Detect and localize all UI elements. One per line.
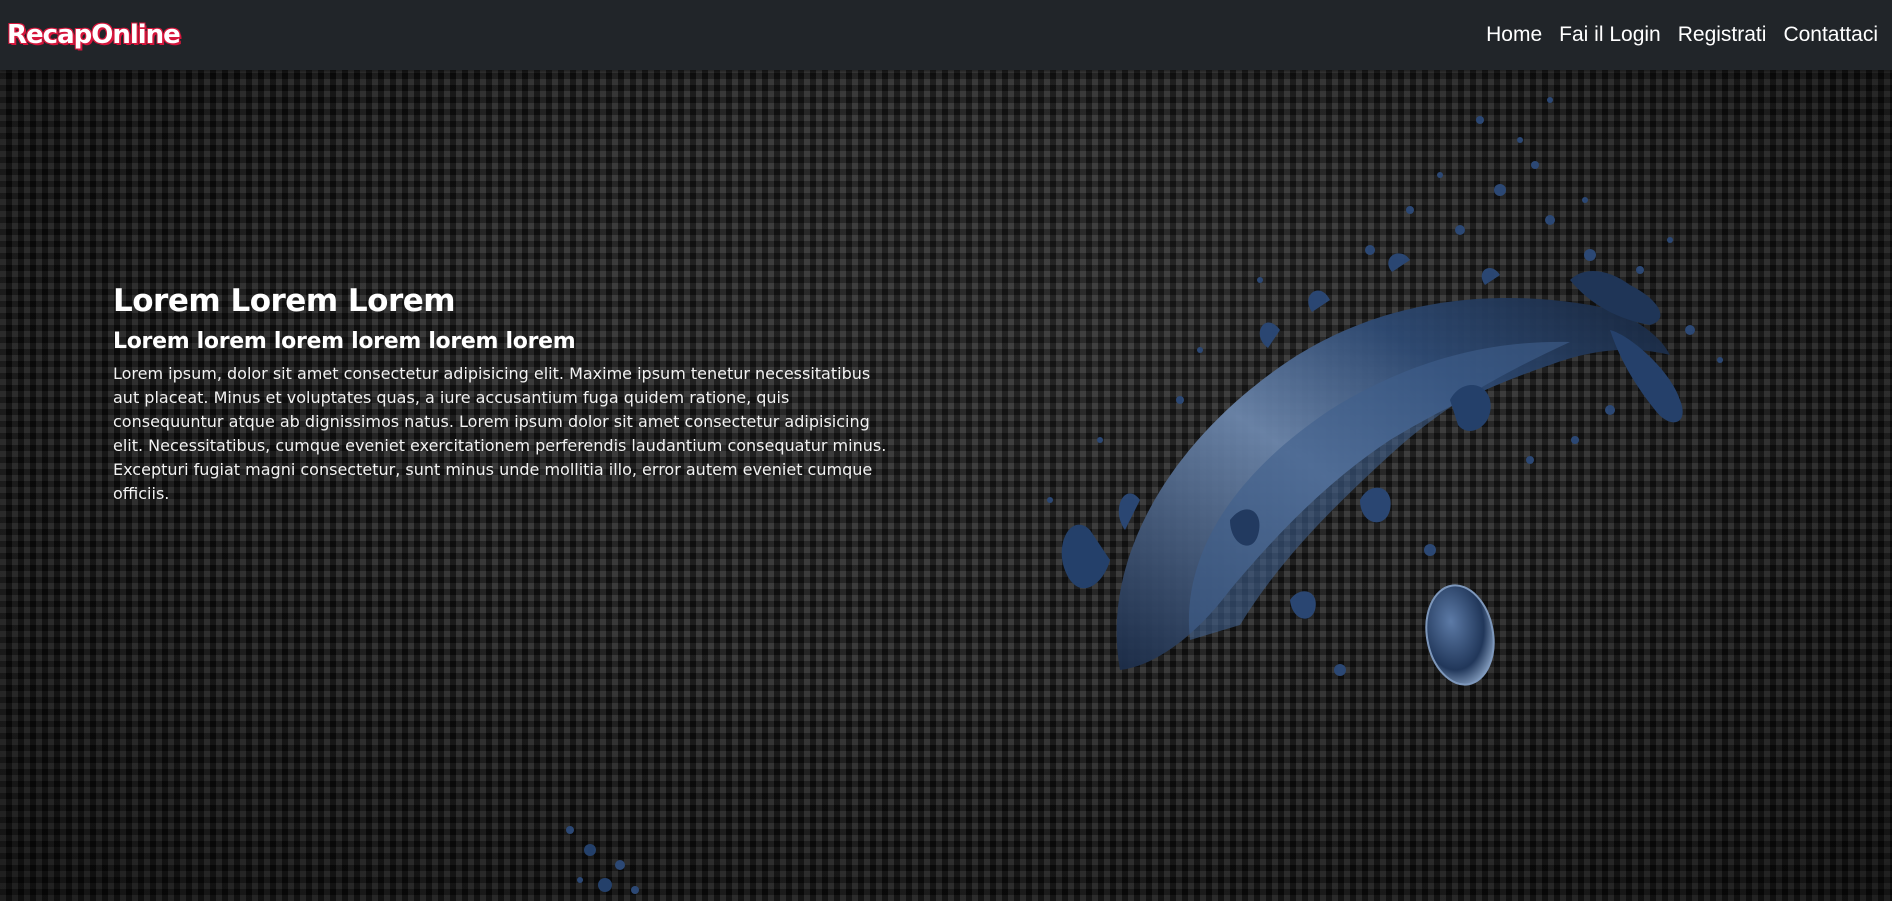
nav-link-home[interactable]: Home [1486,23,1542,47]
small-splash-image [566,826,639,894]
nav-link-register[interactable]: Registrati [1678,23,1767,47]
nav-links: Home Fai il Login Registrati Contattaci [1486,23,1878,47]
hero-title: Lorem Lorem Lorem [113,283,456,319]
nav-link-contact[interactable]: Contattaci [1783,23,1878,47]
navbar: RecapOnline Home Fai il Login Registrati… [0,0,1892,70]
hero-paragraph: Lorem ipsum, dolor sit amet consectetur … [113,364,887,503]
nav-link-login[interactable]: Fai il Login [1559,23,1661,47]
blue-liquid-splash-image [1047,97,1723,686]
brand-logo[interactable]: RecapOnline [7,20,181,50]
hero-subtitle: Lorem lorem lorem lorem lorem lorem [113,329,576,354]
hero-text: Lorem Lorem Lorem Lorem lorem lorem lore… [113,283,888,506]
hero-section: Lorem Lorem Lorem Lorem lorem lorem lore… [0,70,1892,901]
